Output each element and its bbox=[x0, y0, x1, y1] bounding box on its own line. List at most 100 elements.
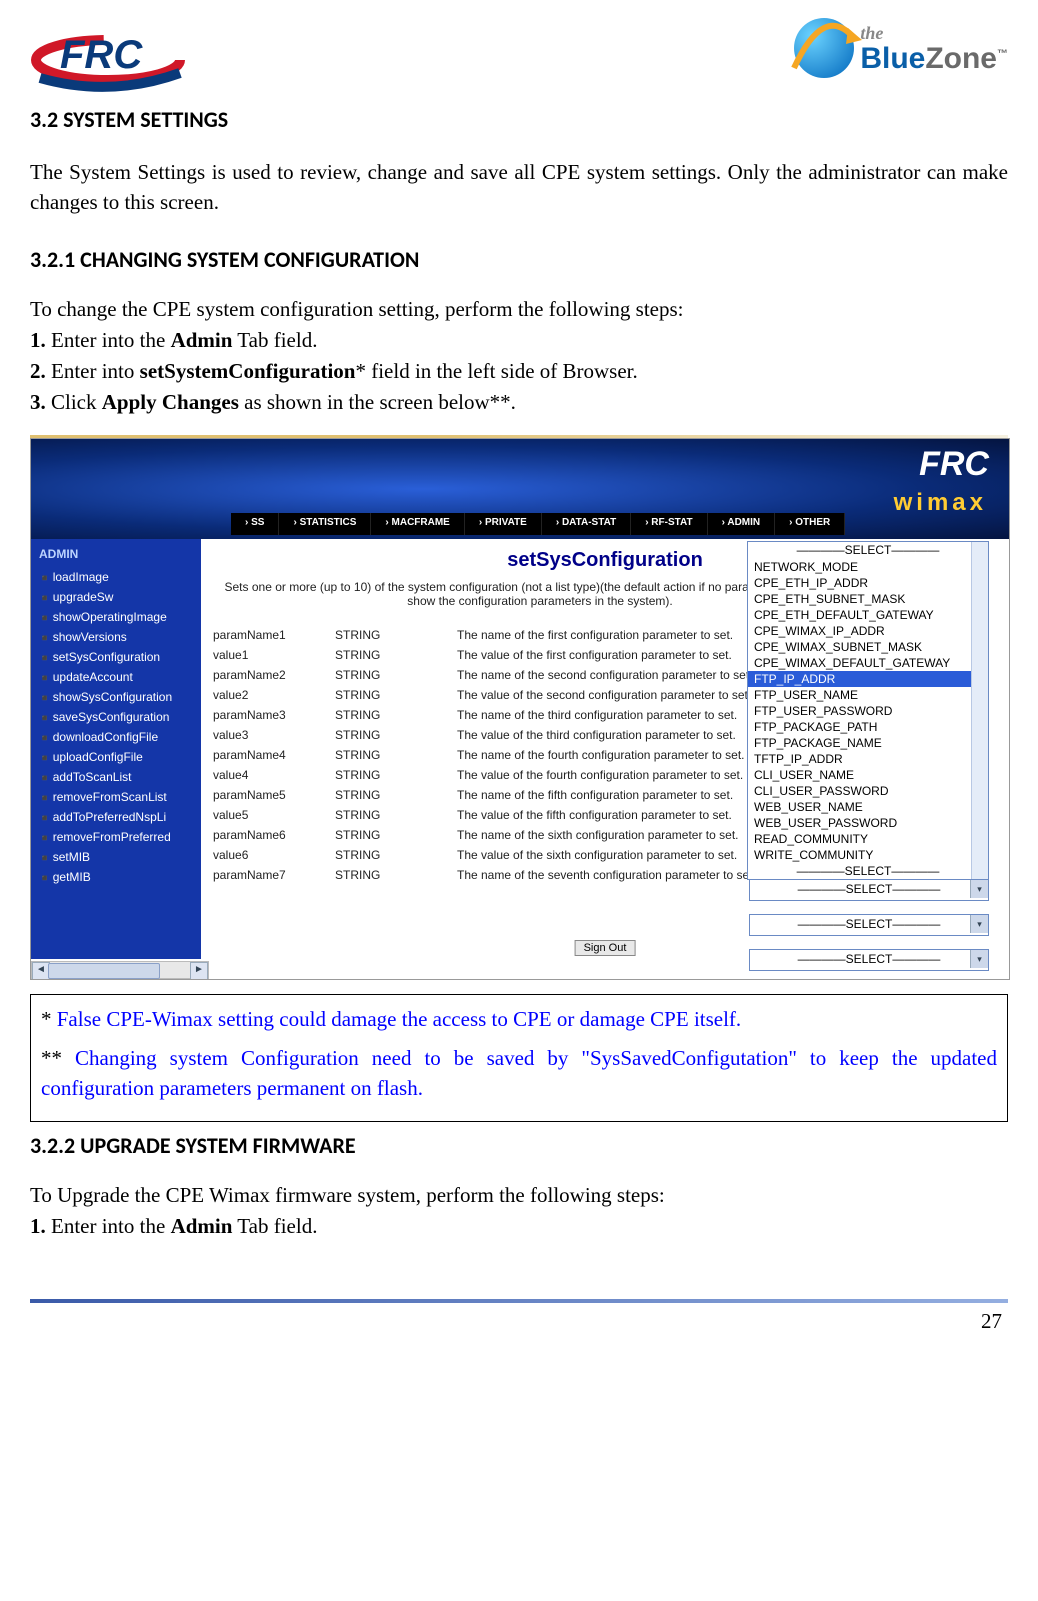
ss-tab-private[interactable]: PRIVATE bbox=[465, 513, 542, 535]
scrollbar-horizontal[interactable]: ◄ ► bbox=[31, 961, 209, 979]
chevron-down-icon[interactable]: ▾ bbox=[970, 915, 988, 933]
step-3: 3. Click Apply Changes as shown in the s… bbox=[30, 390, 1008, 415]
select-box[interactable]: ————SELECT————▾ bbox=[749, 949, 989, 971]
scrollbar-vertical-icon[interactable] bbox=[971, 542, 988, 879]
table-row: value4STRINGThe value of the fourth conf… bbox=[213, 766, 766, 784]
ss-sidebar-item[interactable]: removeFromScanList bbox=[31, 787, 201, 807]
ss-tab-statistics[interactable]: STATISTICS bbox=[279, 513, 371, 535]
ss-sidebar-item[interactable]: removeFromPreferred bbox=[31, 827, 201, 847]
ss-tab-ss[interactable]: SS bbox=[231, 513, 279, 535]
dropdown-option[interactable]: FTP_PACKAGE_PATH bbox=[748, 719, 988, 735]
heading-3-2-2: 3.2.2 UPGRADE SYSTEM FIRMWARE bbox=[30, 1132, 1008, 1159]
dropdown-option[interactable]: CPE_ETH_SUBNET_MASK bbox=[748, 591, 988, 607]
table-row: value1STRINGThe value of the first confi… bbox=[213, 646, 766, 664]
dropdown-option[interactable]: FTP_USER_NAME bbox=[748, 687, 988, 703]
bluezone-the: the bbox=[860, 23, 1008, 44]
table-row: value3STRINGThe value of the third confi… bbox=[213, 726, 766, 744]
ss-tab-rf-stat[interactable]: RF-STAT bbox=[631, 513, 707, 535]
ss-tab-macframe[interactable]: MACFRAME bbox=[371, 513, 464, 535]
ss-wimax-label: wimax bbox=[894, 489, 987, 517]
step-1-b: 1. Enter into the Admin Tab field. bbox=[30, 1214, 1008, 1239]
ss-tab-other[interactable]: OTHER bbox=[775, 513, 845, 535]
table-row: value5STRINGThe value of the fifth confi… bbox=[213, 806, 766, 824]
ss-dropdown-open[interactable]: ————SELECT———— NETWORK_MODECPE_ETH_IP_AD… bbox=[747, 541, 989, 880]
ss-sidebar-item[interactable]: showVersions bbox=[31, 627, 201, 647]
ss-nav-tabs: SSSTATISTICSMACFRAMEPRIVATEDATA-STATRF-S… bbox=[231, 513, 845, 535]
dropdown-option[interactable]: WEB_USER_NAME bbox=[748, 799, 988, 815]
table-row: paramName4STRINGThe name of the fourth c… bbox=[213, 746, 766, 764]
step-2: 2. Enter into setSystemConfiguration* fi… bbox=[30, 359, 1008, 384]
ss-tab-data-stat[interactable]: DATA-STAT bbox=[542, 513, 631, 535]
select-box[interactable]: ————SELECT————▾ bbox=[749, 914, 989, 936]
bluezone-blue: Blue bbox=[860, 42, 925, 75]
ss-param-table: paramName1STRINGThe name of the first co… bbox=[211, 624, 768, 886]
dropdown-option[interactable]: CPE_WIMAX_IP_ADDR bbox=[748, 623, 988, 639]
heading-3-2: 3.2 SYSTEM SETTINGS bbox=[30, 106, 1008, 133]
table-row: paramName6STRINGThe name of the sixth co… bbox=[213, 826, 766, 844]
table-row: paramName5STRINGThe name of the fifth co… bbox=[213, 786, 766, 804]
dropdown-option[interactable]: FTP_PACKAGE_NAME bbox=[748, 735, 988, 751]
ss-sidebar-item[interactable]: uploadConfigFile bbox=[31, 747, 201, 767]
ss-sidebar-item[interactable]: getMIB bbox=[31, 867, 201, 887]
ss-sidebar-header: ADMIN bbox=[31, 545, 201, 567]
table-row: value6STRINGThe value of the sixth confi… bbox=[213, 846, 766, 864]
table-row: paramName7STRINGThe name of the seventh … bbox=[213, 866, 766, 884]
dropdown-option[interactable]: NETWORK_MODE bbox=[748, 559, 988, 575]
dropdown-option[interactable]: WRITE_COMMUNITY bbox=[748, 847, 988, 863]
dropdown-option[interactable]: CLI_USER_PASSWORD bbox=[748, 783, 988, 799]
embedded-screenshot: FRC wimax SSSTATISTICSMACFRAMEPRIVATEDAT… bbox=[30, 438, 1010, 980]
select-box[interactable]: ————SELECT————▾ bbox=[749, 879, 989, 901]
ss-sidebar-item[interactable]: setSysConfiguration bbox=[31, 647, 201, 667]
dropdown-option[interactable]: TFTP_IP_ADDR bbox=[748, 751, 988, 767]
ss-sidebar-item[interactable]: setMIB bbox=[31, 847, 201, 867]
ss-sidebar-item[interactable]: loadImage bbox=[31, 567, 201, 587]
ss-sidebar-item[interactable]: downloadConfigFile bbox=[31, 727, 201, 747]
dropdown-option[interactable]: ————SELECT———— bbox=[748, 542, 988, 559]
dropdown-option[interactable]: WEB_USER_PASSWORD bbox=[748, 815, 988, 831]
dropdown-option[interactable]: READ_COMMUNITY bbox=[748, 831, 988, 847]
note-1: False CPE-Wimax setting could damage the… bbox=[57, 1007, 741, 1031]
ss-sidebar-item[interactable]: updateAccount bbox=[31, 667, 201, 687]
chevron-down-icon[interactable]: ▾ bbox=[970, 950, 988, 968]
dropdown-option[interactable]: FTP_IP_ADDR bbox=[748, 671, 988, 687]
page-footer: 27 bbox=[30, 1299, 1008, 1334]
ss-sidebar-item[interactable]: showSysConfiguration bbox=[31, 687, 201, 707]
page-number: 27 bbox=[30, 1309, 1008, 1334]
dropdown-option[interactable]: CLI_USER_NAME bbox=[748, 767, 988, 783]
dropdown-option[interactable]: ————SELECT———— bbox=[748, 863, 988, 879]
table-row: value2STRINGThe value of the second conf… bbox=[213, 686, 766, 704]
table-row: paramName3STRINGThe name of the third co… bbox=[213, 706, 766, 724]
ss-signout[interactable]: Sign Out bbox=[575, 940, 636, 956]
table-row: paramName2STRINGThe name of the second c… bbox=[213, 666, 766, 684]
trademark-icon: ™ bbox=[997, 48, 1008, 60]
dropdown-option[interactable]: CPE_ETH_IP_ADDR bbox=[748, 575, 988, 591]
ss-sidebar-item[interactable]: addToPreferredNspLi bbox=[31, 807, 201, 827]
ss-tab-admin[interactable]: ADMIN bbox=[708, 513, 776, 535]
dropdown-option[interactable]: CPE_WIMAX_DEFAULT_GATEWAY bbox=[748, 655, 988, 671]
dropdown-option[interactable]: CPE_WIMAX_SUBNET_MASK bbox=[748, 639, 988, 655]
signout-button[interactable]: Sign Out bbox=[575, 940, 636, 956]
intro-3-2: The System Settings is used to review, c… bbox=[30, 157, 1008, 218]
dropdown-option[interactable]: FTP_USER_PASSWORD bbox=[748, 703, 988, 719]
ss-sidebar-item[interactable]: showOperatingImage bbox=[31, 607, 201, 627]
heading-3-2-1: 3.2.1 CHANGING SYSTEM CONFIGURATION bbox=[30, 246, 1008, 273]
intro-3-2-2: To Upgrade the CPE Wimax firmware system… bbox=[30, 1183, 1008, 1208]
ss-sidebar-item[interactable]: saveSysConfiguration bbox=[31, 707, 201, 727]
dropdown-option[interactable]: CPE_ETH_DEFAULT_GATEWAY bbox=[748, 607, 988, 623]
scroll-thumb[interactable] bbox=[48, 963, 160, 979]
bluezone-zone: Zone bbox=[925, 42, 997, 75]
ss-banner: FRC wimax SSSTATISTICSMACFRAMEPRIVATEDAT… bbox=[31, 439, 1009, 539]
note-2: Changing system Configuration need to be… bbox=[41, 1046, 997, 1099]
warning-notes: * False CPE-Wimax setting could damage t… bbox=[30, 994, 1008, 1122]
logo-bluezone: the BlueZone™ bbox=[794, 18, 1008, 78]
ss-sidebar-item[interactable]: addToScanList bbox=[31, 767, 201, 787]
ss-sidebar-item[interactable]: upgradeSw bbox=[31, 587, 201, 607]
table-row: paramName1STRINGThe name of the first co… bbox=[213, 626, 766, 644]
page-header: FRC the BlueZone™ bbox=[30, 18, 1008, 88]
globe-icon bbox=[794, 18, 854, 78]
ss-sidebar: ADMIN loadImageupgradeSwshowOperatingIma… bbox=[31, 539, 201, 959]
chevron-down-icon[interactable]: ▾ bbox=[970, 880, 988, 898]
step-1: 1. Enter into the Admin Tab field. bbox=[30, 328, 1008, 353]
intro-3-2-1: To change the CPE system configuration s… bbox=[30, 297, 1008, 322]
scroll-right-icon[interactable]: ► bbox=[190, 962, 208, 980]
